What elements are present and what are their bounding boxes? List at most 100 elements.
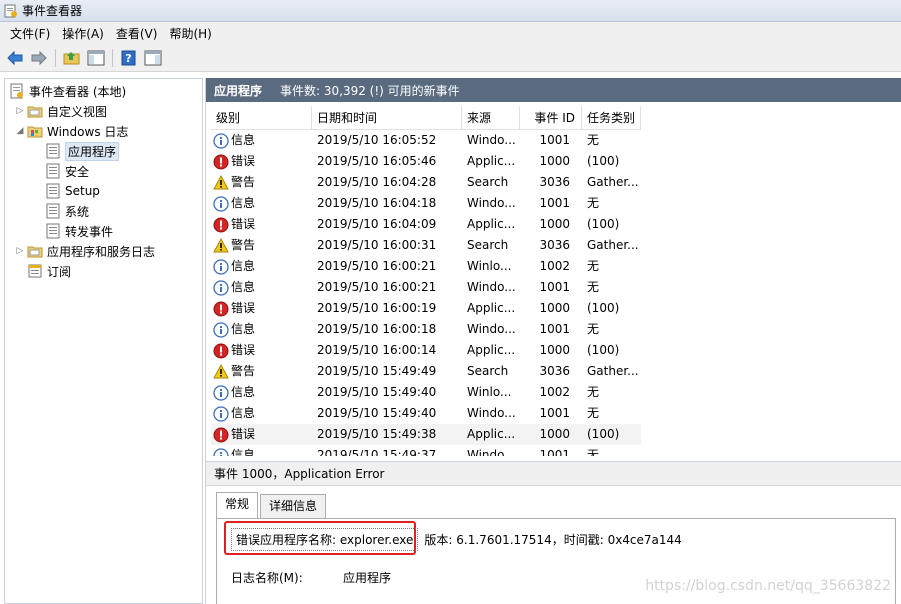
cell-date: 2019/5/10 16:00:21	[317, 259, 437, 273]
up-folder-icon[interactable]	[61, 47, 83, 69]
cell-task-category: 无	[587, 196, 600, 210]
level-text: 错误	[231, 217, 256, 231]
forward-arrow-icon[interactable]	[28, 47, 50, 69]
warning-icon	[213, 237, 229, 254]
level-text: 信息	[231, 322, 256, 336]
cell-date: 2019/5/10 15:49:38	[317, 427, 437, 441]
tree-item-log-system[interactable]: 系统	[45, 201, 89, 221]
cell-date: 2019/5/10 16:00:18	[317, 322, 437, 336]
table-row[interactable]: 错误 2019/5/10 16:00:14 Applic... 1000 (100)	[211, 340, 641, 361]
cell-source: Search	[467, 238, 509, 252]
detail-tabs: 常规 详细信息	[216, 492, 328, 518]
column-header-level[interactable]: 级别	[211, 106, 312, 130]
table-row[interactable]: 错误 2019/5/10 16:05:46 Applic... 1000 (100)	[211, 151, 641, 172]
cell-source: Winlo...	[467, 385, 512, 399]
cell-task-category: Gather...	[587, 238, 639, 252]
tree-label: 系统	[65, 204, 90, 219]
info-icon	[213, 384, 229, 401]
level-text: 错误	[231, 154, 256, 168]
cell-level: 信息	[211, 277, 312, 298]
tree-item-subscriptions[interactable]: 订阅	[27, 261, 71, 281]
warning-icon	[213, 363, 229, 380]
event-viewer-app-icon	[4, 4, 18, 18]
cell-task-category: (100)	[587, 427, 620, 441]
table-row[interactable]: 警告 2019/5/10 15:49:49 Search 3036 Gather...	[211, 361, 641, 382]
cell-level: 信息	[211, 403, 312, 424]
table-row[interactable]: 信息 2019/5/10 16:00:21 Windo... 1001 无	[211, 277, 641, 298]
table-row[interactable]: 警告 2019/5/10 16:00:31 Search 3036 Gather...	[211, 235, 641, 256]
table-row[interactable]: 信息 2019/5/10 15:49:40 Windo... 1001 无	[211, 403, 641, 424]
table-row[interactable]: 信息 2019/5/10 16:00:21 Winlo... 1002 无	[211, 256, 641, 277]
table-row[interactable]: 信息 2019/5/10 15:49:37 Windo... 1001 无	[211, 445, 641, 456]
event-detail-title: 事件 1000，Application Error	[206, 462, 901, 486]
cell-event-id: 1002	[539, 385, 570, 399]
version-timestamp: 版本: 6.1.7601.17514，时间戳: 0x4ce7a144	[424, 532, 682, 547]
cell-level: 信息	[211, 193, 312, 214]
action-pane-icon[interactable]	[142, 47, 164, 69]
cell-task-category: Gather...	[587, 364, 639, 378]
error-icon	[213, 343, 229, 359]
cell-event-id: 1000	[539, 343, 570, 357]
log-icon	[45, 223, 61, 239]
column-header-source[interactable]: 来源	[462, 106, 520, 130]
cell-level: 信息	[211, 382, 312, 403]
back-arrow-icon[interactable]	[4, 47, 26, 69]
level-text: 信息	[231, 448, 256, 456]
table-row[interactable]: 信息 2019/5/10 16:04:18 Windo... 1001 无	[211, 193, 641, 214]
cell-date: 2019/5/10 15:49:37	[317, 448, 437, 456]
cell-event-id: 1000	[539, 427, 570, 441]
tree-item-log-application[interactable]: 应用程序	[45, 141, 120, 161]
menu-view[interactable]: 查看(V)	[110, 25, 164, 42]
column-header-event-id[interactable]: 事件 ID	[520, 106, 582, 130]
table-row[interactable]: 错误 2019/5/10 15:49:38 Applic... 1000 (100)	[211, 424, 641, 445]
log-title: 应用程序	[214, 83, 263, 98]
tree-item-custom-views[interactable]: ▷ 自定义视图	[15, 101, 107, 121]
warning-icon	[213, 174, 229, 191]
tree-label: 应用程序	[65, 141, 120, 161]
level-text: 警告	[231, 364, 256, 378]
log-icon	[45, 203, 61, 219]
tree-label: 应用程序和服务日志	[47, 244, 156, 259]
info-icon	[213, 321, 229, 338]
cell-task-category: (100)	[587, 343, 620, 357]
title-bar: 事件查看器	[0, 0, 901, 22]
tree-item-windows-logs[interactable]: ◢ Windows 日志	[15, 121, 129, 141]
column-header-task-category[interactable]: 任务类别	[582, 106, 641, 130]
menu-bar: 文件(F) 操作(A) 查看(V) 帮助(H)	[0, 22, 901, 44]
table-row[interactable]: 信息 2019/5/10 16:00:18 Windo... 1001 无	[211, 319, 641, 340]
column-header-date[interactable]: 日期和时间	[312, 106, 462, 130]
table-row[interactable]: 信息 2019/5/10 15:49:40 Winlo... 1002 无	[211, 382, 641, 403]
collapse-arrow-icon[interactable]: ◢	[15, 126, 25, 136]
expand-arrow-icon[interactable]: ▷	[15, 106, 25, 116]
cell-source: Search	[467, 364, 509, 378]
menu-help[interactable]: 帮助(H)	[163, 25, 217, 42]
help-icon[interactable]: ?	[118, 47, 140, 69]
tree-label: 自定义视图	[47, 104, 108, 119]
menu-action[interactable]: 操作(A)	[56, 25, 110, 42]
tree-item-log-setup[interactable]: Setup	[45, 181, 100, 201]
cell-task-category: 无	[587, 133, 600, 147]
table-row[interactable]: 警告 2019/5/10 16:04:28 Search 3036 Gather...	[211, 172, 641, 193]
tree-item-log-security[interactable]: 安全	[45, 161, 89, 181]
show-hide-tree-icon[interactable]	[85, 47, 107, 69]
cell-source: Applic...	[467, 427, 516, 441]
log-icon	[45, 143, 61, 159]
table-row[interactable]: 错误 2019/5/10 16:04:09 Applic... 1000 (100)	[211, 214, 641, 235]
tree-item-log-forwarded[interactable]: 转发事件	[45, 221, 113, 241]
table-row[interactable]: 错误 2019/5/10 16:00:19 Applic... 1000 (100)	[211, 298, 641, 319]
tree-label: Windows 日志	[47, 124, 129, 139]
tab-details[interactable]: 详细信息	[260, 494, 327, 518]
cell-source: Windo...	[467, 406, 516, 420]
tab-general[interactable]: 常规	[216, 492, 259, 518]
cell-date: 2019/5/10 16:04:09	[317, 217, 437, 231]
event-message[interactable]: 错误应用程序名称: explorer.exe 版本: 6.1.7601.1751…	[231, 527, 682, 551]
tree-item-app-services-logs[interactable]: ▷ 应用程序和服务日志	[15, 241, 155, 261]
tree-root-event-viewer[interactable]: 事件查看器 (本地)	[9, 81, 126, 101]
cell-task-category: 无	[587, 406, 600, 420]
menu-file[interactable]: 文件(F)	[4, 25, 56, 42]
cell-task-category: (100)	[587, 301, 620, 315]
table-row[interactable]: 信息 2019/5/10 16:05:52 Windo... 1001 无	[211, 130, 641, 151]
expand-arrow-icon[interactable]: ▷	[15, 246, 25, 256]
tree-label: 转发事件	[65, 224, 114, 239]
log-header-bar: 应用程序 事件数: 30,392 (!) 可用的新事件	[206, 78, 901, 102]
